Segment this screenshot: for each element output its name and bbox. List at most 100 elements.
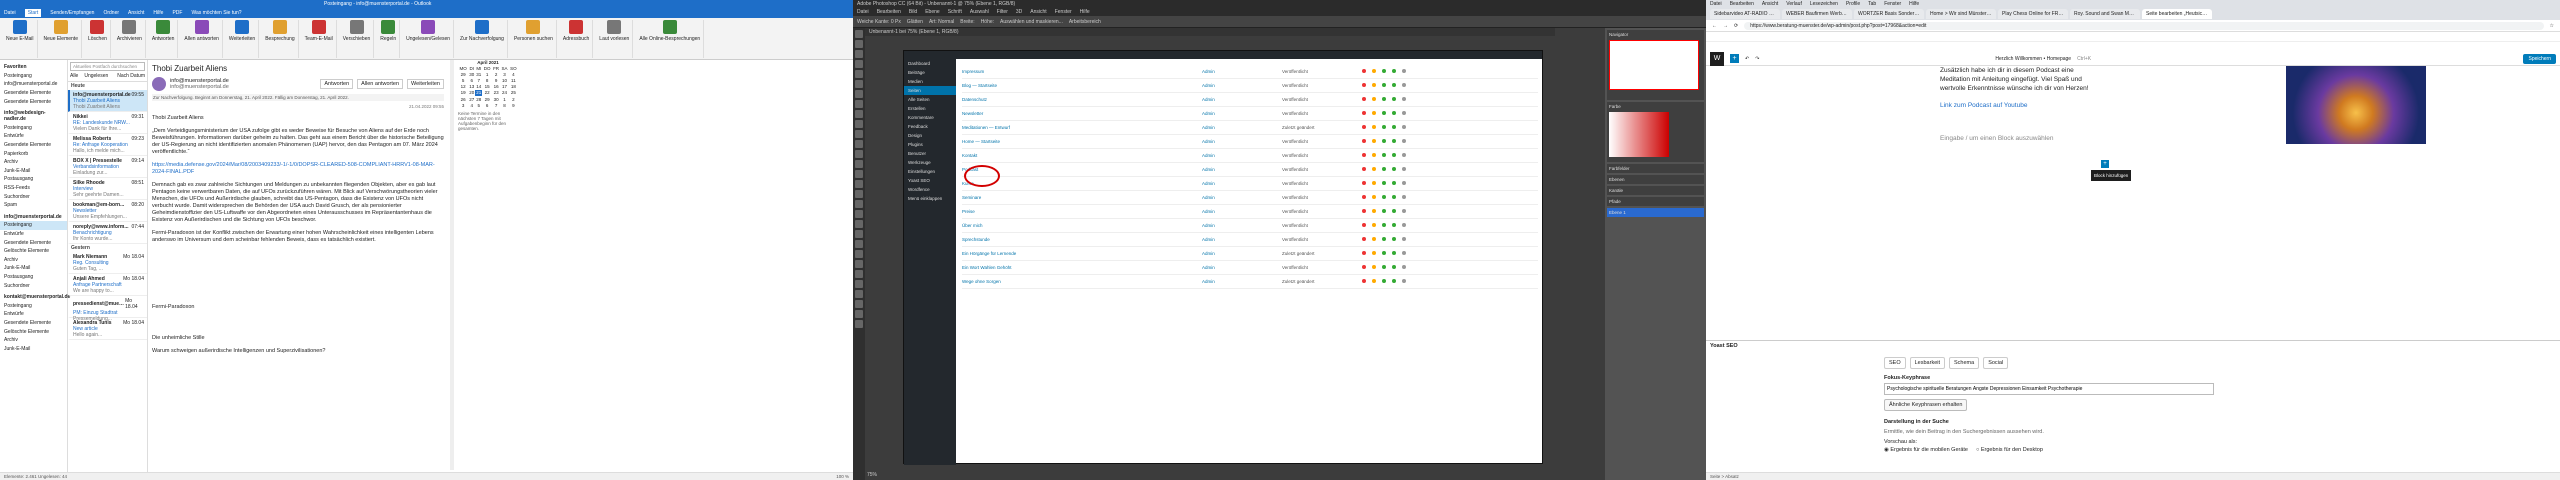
option-control[interactable]: Breite: <box>960 19 974 25</box>
ribbon-button[interactable]: Ungelesen/Gelesen <box>403 20 455 58</box>
ribbon-button[interactable]: Regeln <box>377 20 401 58</box>
menu-item[interactable]: Verlauf <box>1786 1 1802 7</box>
tool-icon[interactable] <box>855 80 863 88</box>
yoast-tab[interactable]: Lesbarkeit <box>1909 357 1946 369</box>
menu-item[interactable]: Senden/Empfangen <box>50 10 94 16</box>
folder-item[interactable]: Archiv <box>0 158 67 167</box>
mail-item[interactable]: bookman@em-born... 08:20 Newsletter Unsere … <box>68 200 147 222</box>
calendar-day[interactable]: 13 <box>468 84 475 90</box>
ribbon-button[interactable]: Personen suchen <box>511 20 557 58</box>
account-header[interactable]: Favoriten <box>0 63 67 72</box>
tool-icon[interactable] <box>855 180 863 188</box>
option-control[interactable]: Arbeitsbereich <box>1069 19 1101 25</box>
folder-item[interactable]: Papierkorb <box>0 149 67 158</box>
folder-item[interactable]: Gesendete Elemente <box>0 238 67 247</box>
menu-item[interactable]: Ebene <box>925 9 939 15</box>
option-control[interactable]: Art: Normal <box>929 19 954 25</box>
ribbon-button[interactable]: Zur Nachverfolgung <box>457 20 508 58</box>
mail-item[interactable]: noreply@www.inform... 07:44 Benachrichtigu… <box>68 222 147 244</box>
ps-canvas[interactable]: Dashboard Beiträge Medien Seiten Alle Seiten… <box>903 50 1543 465</box>
folder-item[interactable]: Suchordner <box>0 281 67 290</box>
folder-item[interactable]: Posteingang <box>0 301 67 310</box>
menu-item[interactable]: Hilfe <box>153 10 163 16</box>
ribbon-button[interactable]: Löschen <box>85 20 111 58</box>
ps-panel[interactable]: Ebenen <box>1607 175 1704 184</box>
url-field[interactable]: https://www.beratung-muenster.de/wp-admi… <box>1744 21 2544 30</box>
menu-item[interactable]: Auswahl <box>970 9 989 15</box>
calendar-day[interactable]: 28 <box>475 96 482 102</box>
tool-icon[interactable] <box>855 290 863 298</box>
calendar-day[interactable]: 14 <box>475 84 482 90</box>
mail-item[interactable]: BOX X | Pressestelle 09:14 Verbandsinforma… <box>68 156 147 178</box>
menu-item[interactable]: Start <box>24 9 42 17</box>
tool-icon[interactable] <box>855 120 863 128</box>
ribbon-button[interactable]: Allen antworten <box>181 20 223 58</box>
tool-icon[interactable] <box>855 220 863 228</box>
folder-item[interactable]: Gelöschte Elemente <box>0 247 67 256</box>
folder-item[interactable]: info@muensterportal.de <box>0 80 67 89</box>
podcast-link[interactable]: Link zum Podcast auf Youtube <box>1940 102 2027 109</box>
calendar-day[interactable]: 31 <box>475 71 482 77</box>
ps-panel[interactable]: Farbfelder <box>1607 164 1704 173</box>
back-icon[interactable]: ← <box>1712 23 1717 29</box>
tool-icon[interactable] <box>855 160 863 168</box>
tool-icon[interactable] <box>855 30 863 38</box>
browser-tab[interactable]: WEBER Baufirmen Werbungen <box>1782 9 1852 19</box>
tool-icon[interactable] <box>855 300 863 308</box>
tool-icon[interactable] <box>855 310 863 318</box>
tool-icon[interactable] <box>855 190 863 198</box>
folder-item[interactable]: Postausgang <box>0 175 67 184</box>
reload-icon[interactable]: ⟳ <box>1734 23 1738 29</box>
ribbon-button[interactable]: Besprechung <box>262 20 299 58</box>
calendar-day[interactable]: 21 <box>475 89 483 96</box>
folder-item[interactable]: Posteingang <box>0 124 67 133</box>
calendar-day[interactable]: 4 <box>468 102 475 108</box>
menu-item[interactable]: Fenster <box>1055 9 1072 15</box>
account-header[interactable]: info@webdesign-nadler.de <box>0 109 67 124</box>
folder-item[interactable]: Spam <box>0 201 67 210</box>
calendar-day[interactable]: 3 <box>458 102 468 108</box>
calendar-day[interactable]: 6 <box>482 102 492 108</box>
menu-item[interactable]: Filter <box>997 9 1008 15</box>
mail-item[interactable]: Silke Rhoode 08:51 Interview Sehr geehrte D… <box>68 178 147 200</box>
ps-panel[interactable]: Ebene 1 <box>1607 208 1704 217</box>
menu-item[interactable]: PDF <box>172 10 182 16</box>
sort-dropdown[interactable]: Nach Datum <box>117 73 145 79</box>
block-placeholder[interactable]: Eingabe / um einen Block auszuwählen <box>1940 134 2560 143</box>
mail-item[interactable]: Nikkei 09:31 RE: Landeskunde NRW... Vielen … <box>68 112 147 134</box>
browser-tab[interactable]: Home > Wir sind Münsterblick <box>1926 9 1996 19</box>
account-header[interactable]: kontakt@muensterportal.de <box>0 293 70 302</box>
tool-icon[interactable] <box>855 270 863 278</box>
menu-item[interactable]: 3D <box>1016 9 1022 15</box>
scrollbar[interactable] <box>450 60 454 470</box>
tool-icon[interactable] <box>855 90 863 98</box>
tool-icon[interactable] <box>855 130 863 138</box>
ribbon-button[interactable]: Alle Online-Besprechungen <box>636 20 705 58</box>
menu-item[interactable]: Schrift <box>948 9 962 15</box>
star-icon[interactable]: ☆ <box>2550 23 2554 29</box>
tool-icon[interactable] <box>855 210 863 218</box>
yoast-tab[interactable]: Schema <box>1949 357 1980 369</box>
related-keyphrase-button[interactable]: Ähnliche Keyphrasen erhalten <box>1884 399 1968 411</box>
tool-icon[interactable] <box>855 280 863 288</box>
folder-item[interactable]: Junk-E-Mail <box>0 167 67 176</box>
option-control[interactable]: Glätten <box>907 19 923 25</box>
folder-item[interactable]: Suchordner <box>0 192 67 201</box>
browser-tab[interactable]: WORTZER Basis Sonderseiten <box>1854 9 1924 19</box>
menu-item[interactable]: Ansicht <box>1030 9 1046 15</box>
option-control[interactable]: Weiche Kante: 0 Px <box>857 19 901 25</box>
folder-item[interactable]: Gesendete Elemente <box>0 141 67 150</box>
ribbon-button[interactable]: Archivieren <box>114 20 146 58</box>
folder-item[interactable]: Entwürfe <box>0 132 67 141</box>
mail-action-button[interactable]: Allen antworten <box>357 79 404 89</box>
folder-item[interactable]: Posteingang <box>0 72 67 81</box>
folder-item[interactable]: Archiv <box>0 255 67 264</box>
folder-item[interactable]: Postausgang <box>0 273 67 282</box>
tool-icon[interactable] <box>855 40 863 48</box>
option-control[interactable]: Auswählen und maskieren... <box>1000 19 1063 25</box>
ribbon-button[interactable]: Neue E-Mail <box>3 20 38 58</box>
filter-tab[interactable]: Alle <box>70 73 78 79</box>
folder-item[interactable]: Gesendete Elemente <box>0 89 67 98</box>
focus-keyphrase-input[interactable] <box>1884 383 2214 395</box>
calendar-day[interactable]: 27 <box>468 96 475 102</box>
